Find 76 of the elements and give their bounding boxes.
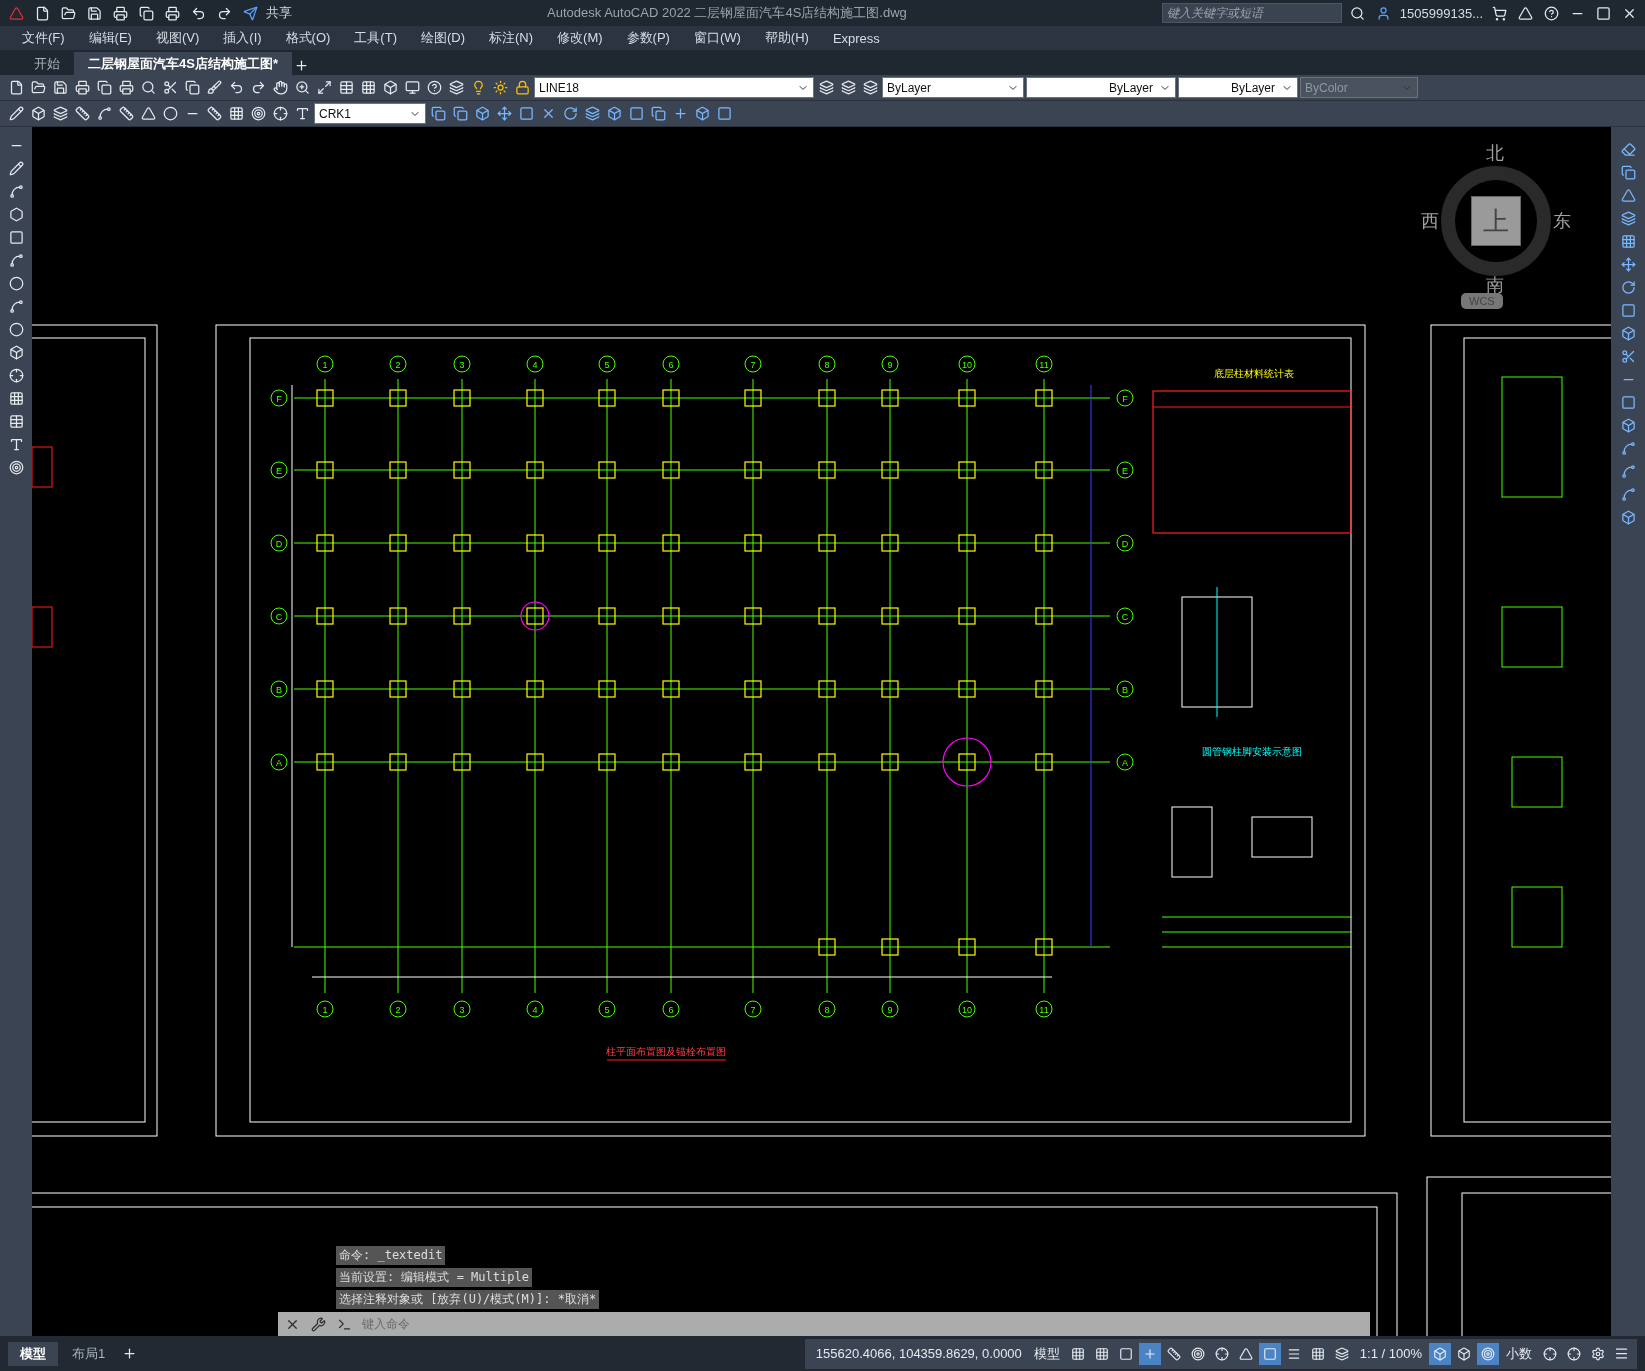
table-title: 底层柱材料统计表	[1214, 368, 1294, 379]
axis-bubble: D	[270, 534, 288, 552]
linetype-dropdown[interactable]: ByLayer	[1026, 77, 1176, 98]
axis-bubble: 5	[598, 355, 616, 373]
axis-bubble: 9	[881, 355, 899, 373]
status-toggle-icon[interactable]	[1258, 1342, 1281, 1365]
layer-dropdown[interactable]: LINE18	[534, 77, 814, 98]
menu-item[interactable]: 文件(F)	[12, 27, 75, 49]
color-dropdown[interactable]: ByLayer	[882, 77, 1024, 98]
annotation-scale[interactable]: 1:1 / 100%	[1354, 1346, 1427, 1361]
menu-item[interactable]: 格式(O)	[275, 27, 341, 49]
status-toggle-icon[interactable]	[1138, 1342, 1161, 1365]
text-style-dropdown[interactable]: CRK1	[314, 103, 426, 124]
axis-bubble: 10	[958, 355, 976, 373]
axis-bubble: A	[270, 753, 288, 771]
axis-bubble: E	[270, 461, 288, 479]
menu-item[interactable]: 帮助(H)	[754, 27, 819, 49]
axis-bubble: C	[270, 607, 288, 625]
axis-bubble: 7	[744, 355, 762, 373]
axis-bubble: 9	[881, 1000, 899, 1018]
axis-bubble: 4	[526, 355, 544, 373]
compass-label[interactable]: 东	[1553, 209, 1571, 233]
axis-bubble: 11	[1035, 1000, 1053, 1018]
drawing-title: 柱平面布置图及锚栓布置图	[606, 1046, 726, 1057]
axis-bubble: 1	[316, 355, 334, 373]
axis-bubble: 1	[316, 1000, 334, 1018]
command-bar[interactable]: 键入命令	[278, 1312, 1370, 1336]
user-name[interactable]: 1505999135...	[1399, 5, 1483, 21]
axis-bubble: 2	[389, 355, 407, 373]
axis-bubble: 2	[389, 1000, 407, 1018]
status-toggle-icon[interactable]	[1429, 1342, 1451, 1365]
layout-tab[interactable]: 布局1	[60, 1341, 118, 1366]
command-input[interactable]: 键入命令	[360, 1316, 1366, 1332]
axis-bubble: C	[1116, 607, 1134, 625]
menu-item[interactable]: Express	[822, 28, 890, 48]
axis-bubble: B	[1116, 680, 1134, 698]
axis-bubble: 3	[453, 355, 471, 373]
menu-item[interactable]: 绘图(D)	[410, 27, 475, 49]
menu-item[interactable]: 工具(T)	[344, 27, 407, 49]
status-toggle-icon[interactable]	[1477, 1342, 1499, 1365]
axis-bubble: 4	[526, 1000, 544, 1018]
units-dropdown[interactable]: 小数	[1501, 1344, 1537, 1363]
axis-bubble: F	[1116, 389, 1134, 407]
axis-bubble: E	[1116, 461, 1134, 479]
axis-bubble: A	[1116, 753, 1134, 771]
compass-label[interactable]: 西	[1421, 209, 1439, 233]
menu-item[interactable]: 视图(V)	[145, 27, 210, 49]
axis-bubble: 3	[453, 1000, 471, 1018]
menu-item[interactable]: 修改(M)	[547, 27, 613, 49]
axis-bubble: 8	[818, 1000, 836, 1018]
document-tab[interactable]: 开始	[20, 52, 74, 75]
axis-bubble: 8	[818, 355, 836, 373]
menu-item[interactable]: 窗口(W)	[683, 27, 751, 49]
compass-label[interactable]: 北	[1486, 141, 1504, 165]
space-toggle[interactable]: 模型	[1028, 1344, 1065, 1363]
axis-bubble: F	[270, 389, 288, 407]
layout-tab[interactable]: 模型	[8, 1341, 58, 1366]
search-field[interactable]: 键入关键字或短语	[1161, 3, 1342, 23]
axis-bubble: 11	[1035, 355, 1053, 373]
axis-bubble: 5	[598, 1000, 616, 1018]
window-title: Autodesk AutoCAD 2022 二层钢屋面汽车4S店结构施工图.dwg	[546, 4, 908, 22]
share-label[interactable]: 共享	[266, 4, 292, 22]
axis-bubble: 6	[662, 355, 680, 373]
menu-item[interactable]: 参数(P)	[616, 27, 680, 49]
menu-item[interactable]: 标注(N)	[479, 27, 544, 49]
axis-bubble: 7	[744, 1000, 762, 1018]
document-tab[interactable]: 二层钢屋面汽车4S店结构施工图*	[74, 52, 292, 75]
menu-item[interactable]: 编辑(E)	[78, 27, 142, 49]
axis-bubble: B	[270, 680, 288, 698]
axis-bubble: 10	[958, 1000, 976, 1018]
menu-item[interactable]: 插入(I)	[213, 27, 272, 49]
axis-bubble: 6	[662, 1000, 680, 1018]
coordinates: 155620.4066, 104359.8629, 0.0000	[814, 1346, 1023, 1361]
lineweight-dropdown[interactable]: ByLayer	[1178, 77, 1298, 98]
detail-title: 圆管钢柱脚安装示意图	[1202, 746, 1302, 757]
axis-bubble: D	[1116, 534, 1134, 552]
